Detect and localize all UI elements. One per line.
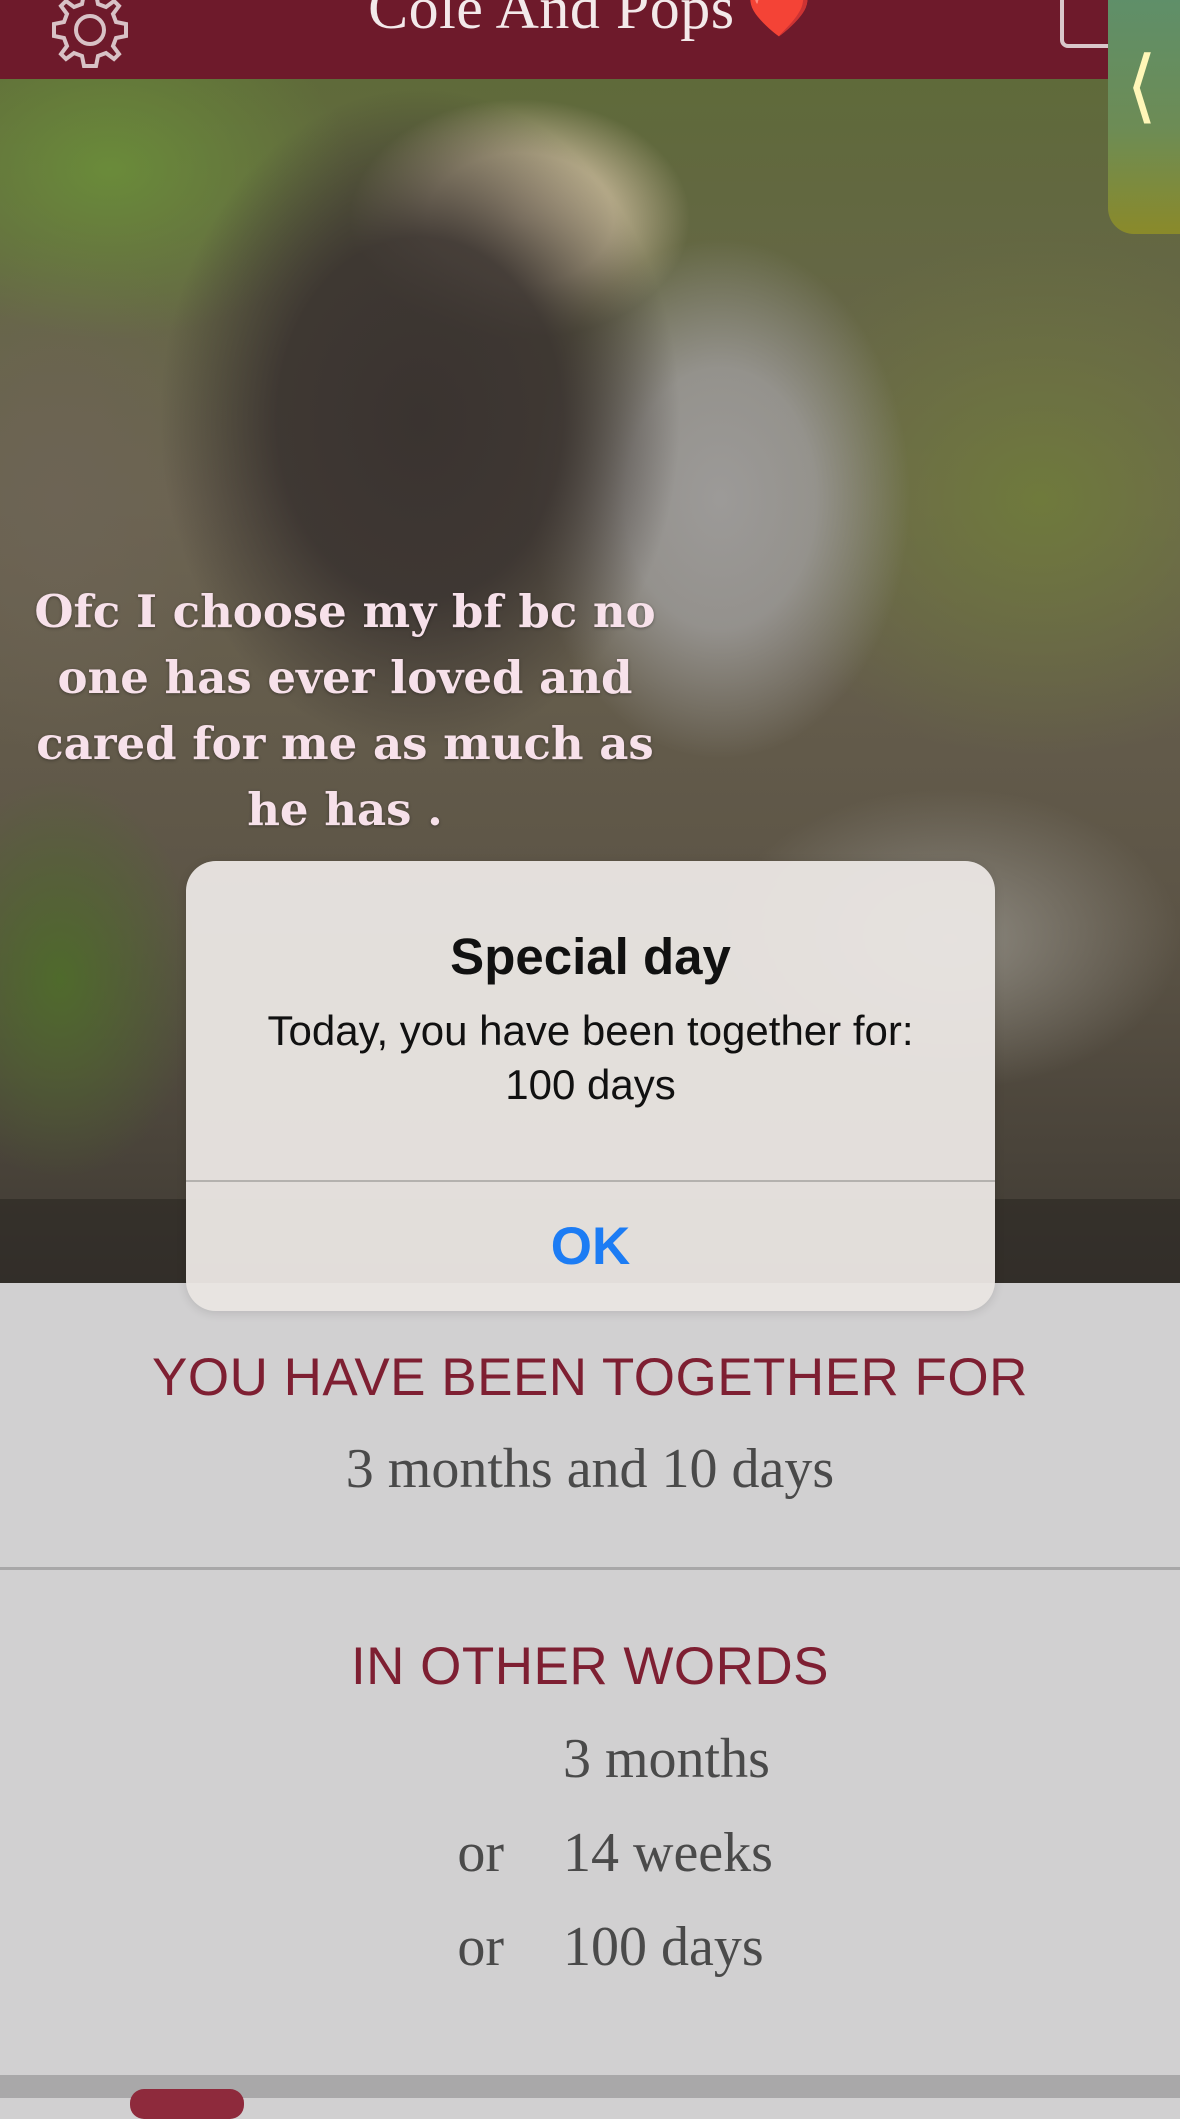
chevron-left-icon: ⟨ (1126, 39, 1158, 132)
heart-emoji: ❤️ (746, 0, 812, 40)
header-bar: Cole And Pops ❤️ (0, 0, 1180, 79)
duration-weeks: 14 weeks (563, 1822, 773, 1884)
duration-row-weeks: or 14 weeks (0, 1821, 1180, 1891)
alert-message: Today, you have been together for: 100 d… (267, 1007, 914, 1108)
alert-title: Special day (450, 928, 731, 985)
photo-caption: Ofc I choose my bf bc no one has ever lo… (34, 585, 656, 836)
together-duration: 3 months and 10 days (345, 1438, 835, 1500)
side-drawer-tab[interactable]: ⟨ (1108, 0, 1180, 234)
duration-row-days: or 100 days (0, 1915, 1180, 1985)
app-title-text: Cole And Pops (368, 0, 735, 41)
or-prefix: or (457, 1916, 504, 1978)
together-label: YOU HAVE BEEN TOGETHER FOR (152, 1348, 1028, 1407)
special-day-alert: Special day Today, you have been togethe… (186, 861, 995, 1311)
app-title: Cole And Pops ❤️ (0, 0, 1180, 43)
bottom-bar (0, 2075, 1180, 2119)
duration-row-months: 3 months (0, 1727, 1180, 1797)
duration-days: 100 days (563, 1916, 764, 1978)
bottom-tab-indicator[interactable] (130, 2089, 244, 2119)
duration-months: 3 months (563, 1728, 770, 1790)
alert-ok-button[interactable]: OK (186, 1182, 995, 1311)
or-prefix: or (457, 1822, 504, 1884)
other-words-label: IN OTHER WORDS (350, 1637, 830, 1696)
section-divider (0, 1567, 1180, 1570)
